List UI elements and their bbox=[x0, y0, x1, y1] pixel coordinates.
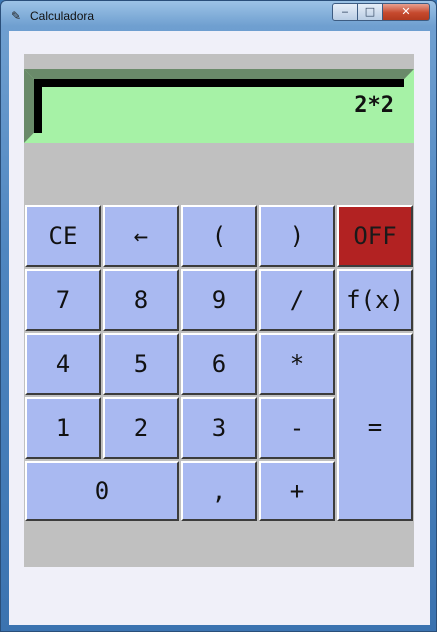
function-button[interactable]: f(x) bbox=[337, 269, 413, 331]
digit-3-button[interactable]: 3 bbox=[181, 397, 257, 459]
client-area: 2*2 CE ← ( ) OFF 7 8 9 / f(x) 4 5 6 * = … bbox=[9, 31, 430, 625]
calculator-window: ✎ Calculadora ‒ □ ✕ 2*2 CE ← ( ) OFF 7 8… bbox=[0, 0, 437, 632]
backspace-button[interactable]: ← bbox=[103, 205, 179, 267]
multiply-button[interactable]: * bbox=[259, 333, 335, 395]
keypad: CE ← ( ) OFF 7 8 9 / f(x) 4 5 6 * = 1 2 bbox=[25, 205, 413, 521]
close-button[interactable]: ✕ bbox=[383, 3, 430, 21]
digit-1-button[interactable]: 1 bbox=[25, 397, 101, 459]
calculator-frame: 2*2 CE ← ( ) OFF 7 8 9 / f(x) 4 5 6 * = … bbox=[24, 54, 414, 567]
right-paren-button[interactable]: ) bbox=[259, 205, 335, 267]
window-title: Calculadora bbox=[30, 9, 95, 23]
display-bevel-left bbox=[24, 69, 34, 143]
minus-button[interactable]: - bbox=[259, 397, 335, 459]
digit-6-button[interactable]: 6 bbox=[181, 333, 257, 395]
display-spacer bbox=[24, 143, 414, 203]
title-bar[interactable]: ✎ Calculadora ‒ □ ✕ bbox=[1, 1, 436, 31]
off-button[interactable]: OFF bbox=[337, 205, 413, 267]
display-screen: 2*2 bbox=[34, 79, 404, 133]
minimize-button[interactable]: ‒ bbox=[332, 3, 358, 21]
digit-4-button[interactable]: 4 bbox=[25, 333, 101, 395]
left-paren-button[interactable]: ( bbox=[181, 205, 257, 267]
divide-button[interactable]: / bbox=[259, 269, 335, 331]
display-panel: 2*2 bbox=[24, 69, 414, 143]
feather-icon: ✎ bbox=[10, 9, 22, 23]
maximize-button[interactable]: □ bbox=[358, 3, 383, 21]
digit-5-button[interactable]: 5 bbox=[103, 333, 179, 395]
plus-button[interactable]: + bbox=[259, 461, 335, 521]
window-controls: ‒ □ ✕ bbox=[332, 3, 430, 23]
bottom-spacer bbox=[24, 521, 414, 567]
comma-button[interactable]: , bbox=[181, 461, 257, 521]
equals-button[interactable]: = bbox=[337, 333, 413, 521]
digit-2-button[interactable]: 2 bbox=[103, 397, 179, 459]
digit-8-button[interactable]: 8 bbox=[103, 269, 179, 331]
ce-button[interactable]: CE bbox=[25, 205, 101, 267]
digit-9-button[interactable]: 9 bbox=[181, 269, 257, 331]
display-bevel-top bbox=[24, 69, 414, 79]
display-value: 2*2 bbox=[354, 93, 394, 118]
digit-0-button[interactable]: 0 bbox=[25, 461, 179, 521]
digit-7-button[interactable]: 7 bbox=[25, 269, 101, 331]
